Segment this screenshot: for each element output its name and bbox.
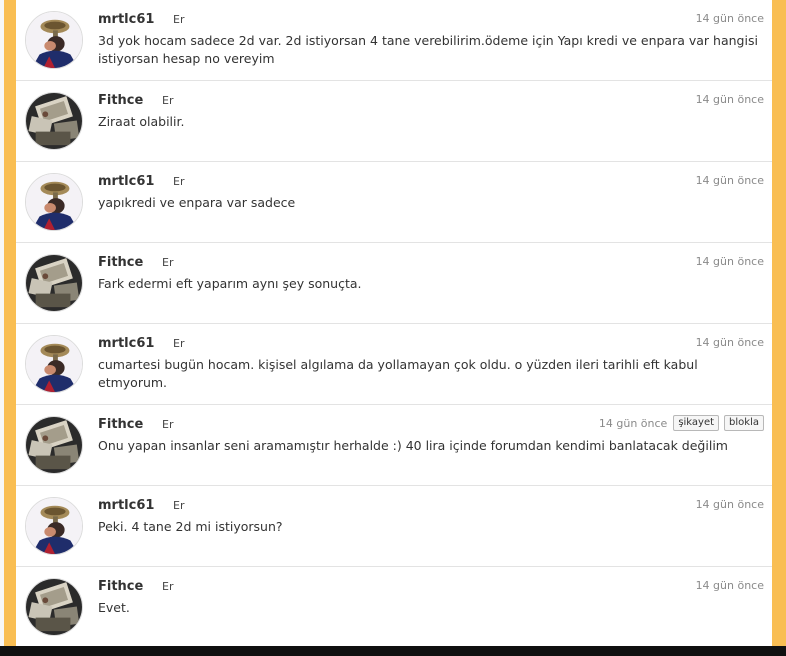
message-item: Fithce Er 14 gün önce Ziraat olabilir.: [16, 81, 772, 162]
message-time: 14 gün önce: [695, 498, 764, 511]
message-text: yapıkredi ve enpara var sadece: [98, 195, 296, 210]
gender-label: Er: [162, 580, 174, 593]
message-item: Fithce Er 14 gün önce Fark edermi eft yapar…: [16, 243, 772, 324]
avatar-mrtlc61[interactable]: [25, 497, 83, 555]
message-text: cumartesi bugün hocam. kişisel algılama …: [98, 357, 698, 390]
message-time: 14 gün önce: [695, 579, 764, 592]
message-time: 14 gün önce: [695, 255, 764, 268]
message-item: mrtlc61 Er 14 gün önce 3d yok hocam sadece …: [16, 0, 772, 81]
username-link[interactable]: Fithce: [98, 579, 143, 594]
gender-label: Er: [173, 499, 185, 512]
message-text: Onu yapan insanlar seni aramamıştır herh…: [98, 438, 728, 453]
message-item: mrtlc61 Er 14 gün önce cumartesi bugün hoca…: [16, 324, 772, 405]
avatar-mrtlc61[interactable]: [25, 335, 83, 393]
username-link[interactable]: mrtlc61: [98, 336, 154, 351]
message-text: 3d yok hocam sadece 2d var. 2d istiyorsa…: [98, 33, 758, 66]
block-button[interactable]: blokla: [724, 415, 764, 431]
avatar-fithce[interactable]: [25, 578, 83, 636]
message-item: Fithce Er 14 gün önce Evet.: [16, 567, 772, 646]
avatar-fithce[interactable]: [25, 416, 83, 474]
avatar-mrtlc61[interactable]: [25, 173, 83, 231]
message-time: 14 gün önce: [695, 12, 764, 25]
username-link[interactable]: mrtlc61: [98, 174, 154, 189]
message-item: mrtlc61 Er 14 gün önce Peki. 4 tane 2d mi i…: [16, 486, 772, 567]
message-text: Fark edermi eft yaparım aynı şey sonuçta…: [98, 276, 362, 291]
gender-label: Er: [162, 418, 174, 431]
username-link[interactable]: mrtlc61: [98, 498, 154, 513]
message-text: Evet.: [98, 600, 130, 615]
gender-label: Er: [173, 175, 185, 188]
avatar-mrtlc61[interactable]: [25, 11, 83, 69]
right-accent-bar: [772, 0, 786, 646]
message-item: Fithce Er 14 gün önce şikayet blokla Onu yapa…: [16, 405, 772, 486]
message-text: Peki. 4 tane 2d mi istiyorsun?: [98, 519, 283, 534]
username-link[interactable]: Fithce: [98, 255, 143, 270]
message-thread: mrtlc61 Er 14 gün önce 3d yok hocam sadece …: [16, 0, 772, 646]
gender-label: Er: [173, 337, 185, 350]
avatar-fithce[interactable]: [25, 254, 83, 312]
username-link[interactable]: mrtlc61: [98, 12, 154, 27]
username-link[interactable]: Fithce: [98, 417, 143, 432]
message-item: mrtlc61 Er 14 gün önce yapıkredi ve enpara …: [16, 162, 772, 243]
message-time: 14 gün önce: [695, 336, 764, 349]
message-time: 14 gün önce: [598, 416, 668, 430]
avatar-fithce[interactable]: [25, 92, 83, 150]
message-text: Ziraat olabilir.: [98, 114, 185, 129]
taskbar-edge: [0, 646, 786, 656]
gender-label: Er: [162, 94, 174, 107]
gender-label: Er: [162, 256, 174, 269]
username-link[interactable]: Fithce: [98, 93, 143, 108]
gender-label: Er: [173, 13, 185, 26]
message-time: 14 gün önce: [695, 93, 764, 106]
left-accent-bar: [4, 0, 16, 646]
report-button[interactable]: şikayet: [673, 415, 720, 431]
message-time: 14 gün önce: [695, 174, 764, 187]
message-actions: 14 gün önce şikayet blokla: [599, 415, 764, 431]
